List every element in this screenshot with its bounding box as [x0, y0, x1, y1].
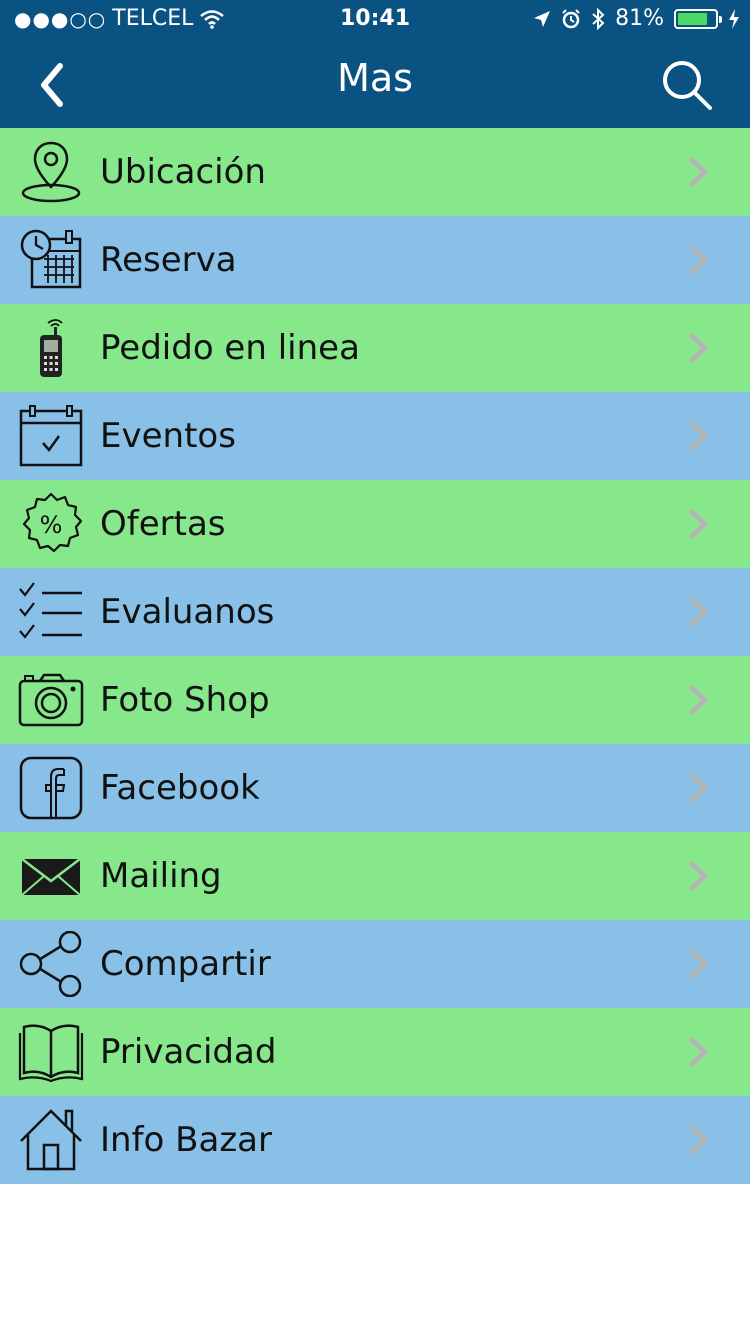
menu-label: Pedido en linea [100, 328, 360, 368]
location-pin-icon [18, 139, 84, 205]
menu-item-ofertas[interactable]: % Ofertas [0, 480, 750, 568]
chevron-right-icon [689, 861, 709, 891]
menu-item-compartir[interactable]: Compartir [0, 920, 750, 1008]
search-icon [663, 61, 712, 110]
menu-label: Compartir [100, 944, 271, 984]
mobile-phone-icon [18, 315, 84, 381]
menu-label: Privacidad [100, 1032, 277, 1072]
alarm-icon [562, 8, 580, 28]
page-title: Mas [337, 56, 413, 100]
menu-label: Evaluanos [100, 592, 275, 632]
menu-item-mailing[interactable]: Mailing [0, 832, 750, 920]
menu-item-reserva[interactable]: Reserva [0, 216, 750, 304]
chevron-right-icon [689, 333, 709, 363]
chevron-right-icon [689, 509, 709, 539]
chevron-right-icon [689, 1125, 709, 1155]
battery-fill [678, 12, 708, 25]
chevron-right-icon [689, 1037, 709, 1067]
chevron-right-icon [689, 245, 709, 275]
menu-label: Reserva [100, 240, 237, 280]
menu-label: Foto Shop [100, 680, 270, 720]
menu-item-privacidad[interactable]: Privacidad [0, 1008, 750, 1096]
camera-icon [18, 667, 84, 733]
menu-item-evaluanos[interactable]: Evaluanos [0, 568, 750, 656]
menu-list: Ubicación Reserva Pedido en linea Evento… [0, 128, 750, 1184]
svg-text:%: % [40, 511, 63, 539]
calendar-clock-icon [18, 227, 84, 293]
menu-item-facebook[interactable]: Facebook [0, 744, 750, 832]
chevron-right-icon [689, 773, 709, 803]
chevron-right-icon [689, 421, 709, 451]
book-icon [18, 1019, 84, 1085]
search-button[interactable] [660, 58, 714, 112]
chevron-right-icon [689, 949, 709, 979]
menu-label: Info Bazar [100, 1120, 272, 1160]
menu-label: Facebook [100, 768, 260, 808]
menu-item-pedido-en-linea[interactable]: Pedido en linea [0, 304, 750, 392]
house-icon [18, 1107, 84, 1173]
status-indicators: 81% [533, 6, 740, 31]
menu-label: Eventos [100, 416, 236, 456]
battery-icon [674, 8, 722, 29]
percent-badge-icon: % [18, 491, 84, 557]
navigation-bar: Mas [0, 40, 750, 128]
menu-label: Ofertas [100, 504, 226, 544]
menu-item-info-bazar[interactable]: Info Bazar [0, 1096, 750, 1184]
menu-label: Mailing [100, 856, 222, 896]
menu-item-ubicacion[interactable]: Ubicación [0, 128, 750, 216]
menu-item-eventos[interactable]: Eventos [0, 392, 750, 480]
menu-label: Ubicación [100, 152, 266, 192]
calendar-check-icon [18, 403, 84, 469]
envelope-icon [18, 843, 84, 909]
chevron-right-icon [689, 597, 709, 627]
share-icon [18, 931, 84, 997]
bluetooth-icon [592, 7, 605, 30]
chevron-right-icon [689, 157, 709, 187]
menu-item-foto-shop[interactable]: Foto Shop [0, 656, 750, 744]
location-arrow-icon [534, 10, 551, 27]
chevron-right-icon [689, 685, 709, 715]
top-bar: ●●●○○ TELCEL 10:41 81% Mas [0, 0, 750, 128]
battery-percent: 81% [615, 6, 664, 31]
facebook-icon [18, 755, 84, 821]
charging-bolt-icon [729, 8, 739, 29]
checklist-icon [18, 579, 84, 645]
status-bar: ●●●○○ TELCEL 10:41 81% [0, 0, 750, 40]
